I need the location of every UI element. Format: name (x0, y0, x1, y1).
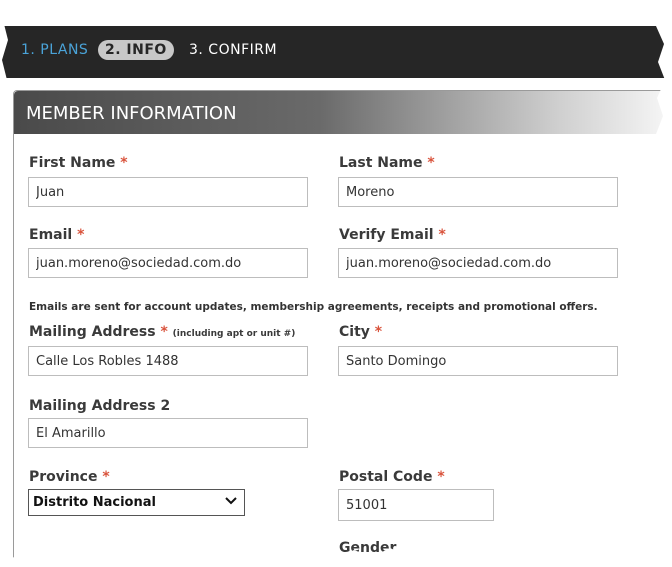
mailing-address-2-input[interactable] (28, 418, 308, 448)
mailing-address-label: Mailing Address * (including apt or unit… (29, 324, 295, 340)
required-mark: * (438, 227, 446, 243)
province-label: Province * (29, 469, 110, 485)
required-mark: * (427, 155, 435, 171)
gender-label-partial: Gender (339, 540, 397, 556)
page-frame: 1. PLANS 2. INFO 3. CONFIRM MEMBER INFOR… (0, 0, 668, 560)
step-confirm[interactable]: 3. CONFIRM (189, 42, 277, 58)
email-label-text: Email (29, 227, 73, 243)
province-label-text: Province (29, 469, 98, 485)
chevron-down-icon (225, 497, 237, 505)
panel-title: MEMBER INFORMATION (26, 103, 237, 124)
mailing-address-hint: (including apt or unit #) (172, 329, 296, 339)
postal-code-label: Postal Code * (339, 469, 445, 485)
city-label-text: City (339, 324, 370, 340)
step-plans[interactable]: 1. PLANS (21, 42, 88, 58)
postal-code-input[interactable] (338, 489, 494, 521)
last-name-input[interactable] (338, 177, 618, 207)
wizard-steps-bar: 1. PLANS 2. INFO 3. CONFIRM (0, 26, 668, 78)
mailing-address-2-label-text: Mailing Address 2 (29, 398, 171, 414)
panel-header: MEMBER INFORMATION (14, 91, 668, 134)
city-label: City * (339, 324, 382, 340)
required-mark: * (102, 469, 110, 485)
verify-email-label-text: Verify Email (339, 227, 434, 243)
last-name-label: Last Name * (339, 155, 435, 171)
required-mark: * (374, 324, 383, 340)
province-selected-value: Distrito Nacional (33, 495, 156, 510)
city-input[interactable] (338, 346, 618, 376)
verify-email-label: Verify Email * (339, 227, 446, 243)
first-name-label: First Name * (29, 155, 128, 171)
postal-code-label-text: Postal Code (339, 469, 433, 485)
mailing-address-2-label: Mailing Address 2 (29, 398, 170, 414)
email-input[interactable] (28, 248, 308, 278)
first-name-label-text: First Name (29, 155, 116, 171)
required-mark: * (437, 469, 445, 485)
required-mark: * (77, 227, 85, 243)
email-label: Email * (29, 227, 84, 243)
email-note: Emails are sent for account updates, mem… (29, 301, 598, 313)
first-name-input[interactable] (28, 177, 308, 207)
province-select[interactable]: Distrito Nacional (28, 489, 245, 516)
verify-email-input[interactable] (338, 248, 618, 278)
mailing-address-input[interactable] (28, 346, 308, 376)
step-info-active[interactable]: 2. INFO (98, 40, 174, 60)
last-name-label-text: Last Name (339, 155, 423, 171)
mailing-address-label-text: Mailing Address (29, 324, 156, 340)
required-mark: * (120, 155, 128, 171)
required-mark: * (160, 324, 168, 340)
